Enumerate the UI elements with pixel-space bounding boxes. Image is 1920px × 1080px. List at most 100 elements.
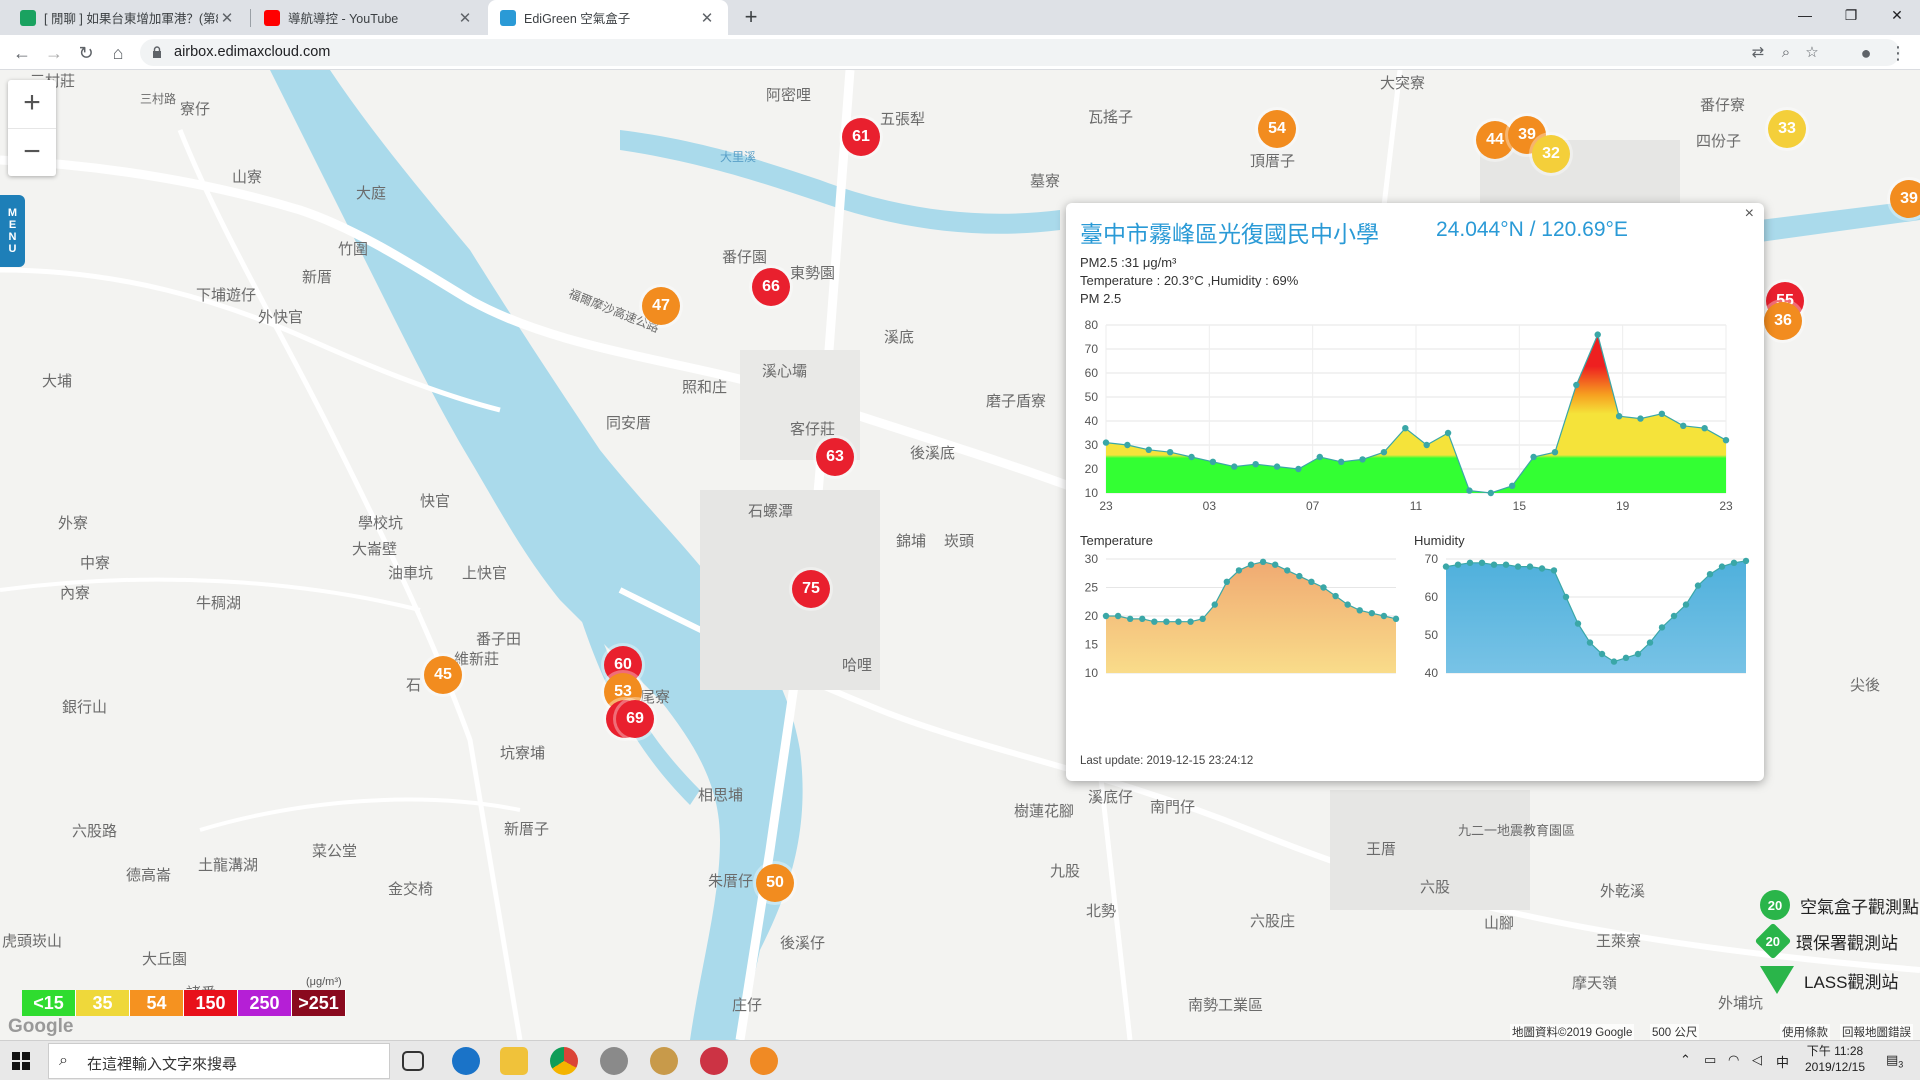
place-label: 銀行山 (62, 699, 108, 716)
sensor-marker[interactable]: 69 (616, 700, 654, 738)
data-point (1423, 441, 1430, 449)
place-label: 南勢工業區 (1188, 997, 1264, 1014)
data-point (1166, 449, 1174, 456)
reload-icon[interactable]: ↻ (72, 39, 100, 67)
last-update: Last update: 2019-12-15 23:24:12 (1080, 755, 1254, 767)
blender-icon[interactable] (750, 1047, 778, 1075)
data-point (1615, 413, 1623, 420)
map-canvas[interactable]: 三村莊 寮仔 三村路 山寮 大庭 竹圍 新厝 下埔遊仔 外快官 大埔 快官 學校… (0, 70, 1920, 1040)
place-label: 錦埔 (896, 533, 927, 550)
close-window-button[interactable]: ✕ (1874, 0, 1920, 30)
map-data-attribution: 地圖資料©2019 Google (1510, 1024, 1635, 1040)
sensor-marker[interactable]: 32 (1532, 135, 1570, 173)
sensor-marker[interactable]: 33 (1768, 110, 1806, 148)
data-point (1151, 618, 1158, 625)
ime-indicator[interactable]: 中 (1776, 1052, 1789, 1071)
app-icon[interactable] (600, 1047, 628, 1075)
close-icon[interactable]: ✕ (218, 9, 236, 27)
data-point (1102, 612, 1110, 620)
file-explorer-icon[interactable] (500, 1047, 528, 1075)
data-point (1223, 578, 1231, 585)
y-tick-label: 80 (1085, 318, 1099, 332)
data-point (1175, 618, 1182, 625)
tab-edigreen[interactable]: EdiGreen 空氣盒子 ✕ (488, 0, 728, 35)
new-tab-button[interactable]: + (738, 5, 764, 31)
zoom-out-button[interactable]: − (8, 128, 56, 176)
data-point (1187, 618, 1194, 625)
notification-icon[interactable]: ▤3 (1886, 1052, 1903, 1070)
close-icon[interactable]: ✕ (456, 9, 474, 27)
station-name: 臺中市霧峰區光復國民中小學 (1080, 221, 1379, 247)
task-view-icon[interactable] (402, 1051, 424, 1071)
battery-icon[interactable]: ▭ (1704, 1052, 1716, 1068)
chrome-icon[interactable] (550, 1047, 578, 1075)
minimize-button[interactable]: — (1782, 0, 1828, 30)
data-point (1102, 439, 1110, 446)
more-menu-icon[interactable]: ⋮ (1884, 39, 1912, 67)
windows-start-icon[interactable] (12, 1052, 30, 1070)
legend-label: LASS觀測站 (1804, 972, 1899, 992)
address-bar[interactable]: airbox.edimaxcloud.com ⇄ ⌕ ☆ (140, 39, 1900, 66)
place-label: 頂厝子 (1250, 153, 1296, 170)
info-close-button[interactable]: × (1745, 205, 1754, 223)
edigreen-favicon-icon (500, 9, 516, 26)
edge-icon[interactable] (452, 1047, 480, 1075)
zoom-in-button[interactable]: + (8, 80, 56, 128)
place-label: 菜公堂 (312, 843, 358, 860)
terms-link[interactable]: 使用條款 (1780, 1024, 1830, 1040)
aqi-level-4: 150 (184, 990, 238, 1016)
place-label: 同安厝 (606, 415, 652, 432)
sensor-marker[interactable]: 39 (1890, 180, 1920, 218)
sensor-marker[interactable]: 61 (842, 118, 880, 156)
close-icon[interactable]: ✕ (698, 9, 716, 27)
data-point (1320, 584, 1327, 591)
clock[interactable]: 下午 11:28 2019/12/15 (1800, 1043, 1870, 1075)
data-point (1490, 561, 1498, 568)
sensor-marker[interactable]: 66 (752, 268, 790, 306)
legend-airbox[interactable]: 20 空氣盒子觀測點 (1690, 890, 1919, 920)
report-error-link[interactable]: 回報地圖錯誤 (1840, 1024, 1913, 1040)
data-point (1466, 559, 1474, 566)
sensor-marker[interactable]: 75 (792, 570, 830, 608)
sensor-marker[interactable]: 54 (1258, 110, 1296, 148)
place-label: 番子田 (476, 631, 522, 648)
volume-icon[interactable]: ◁ (1752, 1052, 1762, 1068)
place-label: 哈哩 (842, 657, 873, 674)
wifi-icon[interactable]: ◠ (1728, 1052, 1739, 1068)
tab-youtube[interactable]: 導航導控 - YouTube ✕ (252, 0, 486, 35)
forward-arrow-icon[interactable]: → (40, 39, 68, 67)
sensor-marker[interactable]: 45 (424, 656, 462, 694)
app-icon[interactable] (700, 1047, 728, 1075)
data-point (1139, 615, 1146, 623)
translate-icon[interactable]: ⇄ (1748, 43, 1768, 63)
sensor-marker[interactable]: 47 (642, 287, 680, 325)
zoom-icon[interactable]: ⌕ (1776, 43, 1796, 63)
home-icon[interactable]: ⌂ (104, 39, 132, 67)
data-point (1235, 567, 1243, 574)
legend-epa[interactable]: 20 環保署觀測站 (1690, 922, 1898, 960)
y-tick-label: 30 (1085, 552, 1099, 566)
y-tick-label: 70 (1085, 342, 1099, 356)
temperature-chart: 10 15 20 25 30 (1085, 552, 1400, 680)
legend-lass[interactable]: LASS觀測站 (1690, 966, 1898, 994)
place-label: 崁頭 (944, 533, 975, 550)
place-label: 九二一地震教育園區 (1458, 823, 1576, 838)
sensor-marker[interactable]: 63 (816, 438, 854, 476)
sensor-marker[interactable]: 36 (1764, 302, 1802, 340)
data-point (1145, 446, 1152, 453)
taskbar-search-input[interactable]: ⌕ 在這裡輸入文字來搜尋 (48, 1043, 390, 1079)
app-icon[interactable] (650, 1047, 678, 1075)
place-label: 樹蓮花腳 (1014, 803, 1075, 820)
profile-avatar-icon[interactable]: ● (1852, 39, 1880, 67)
sensor-marker[interactable]: 50 (756, 864, 794, 902)
restore-button[interactable]: ❐ (1828, 0, 1874, 30)
y-tick-label: 20 (1085, 462, 1099, 476)
menu-button[interactable]: M E N U (0, 195, 25, 267)
y-tick-label: 20 (1085, 609, 1099, 623)
bookmark-star-icon[interactable]: ☆ (1802, 43, 1822, 63)
data-point (1658, 624, 1666, 631)
tray-chevron-icon[interactable]: ⌃ (1680, 1052, 1691, 1068)
tab-forum[interactable]: [ 閒聊 ] 如果台東增加軍港？(第8 ✕ (8, 0, 248, 35)
back-arrow-icon[interactable]: ← (8, 39, 36, 67)
data-point (1742, 557, 1750, 565)
